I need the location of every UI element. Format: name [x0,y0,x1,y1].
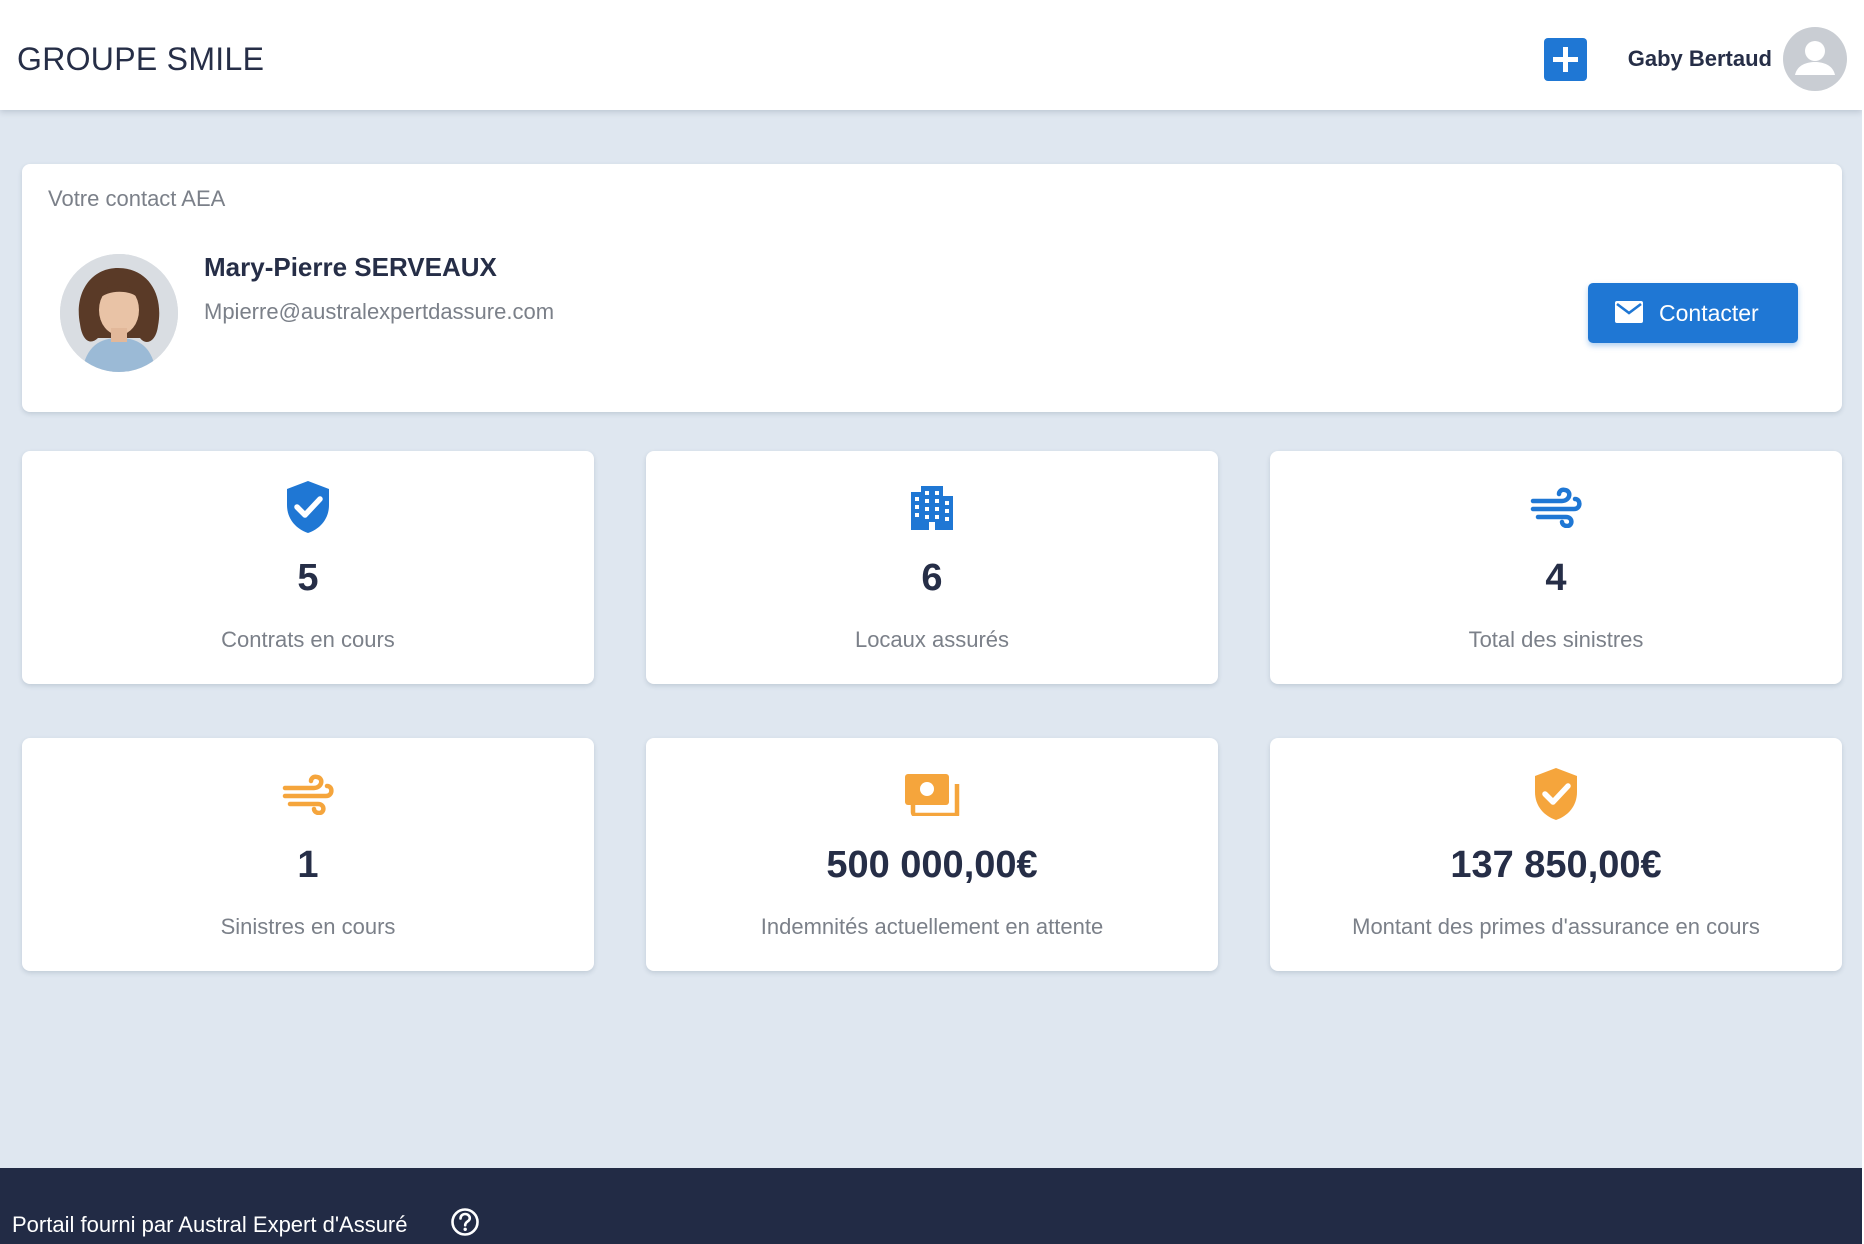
stat-value: 500 000,00€ [826,844,1038,886]
stat-label: Montant des primes d'assurance en cours [1352,914,1760,939]
stat-card-premiums: 137 850,00€ Montant des primes d'assuran… [1270,738,1842,971]
wind-icon [1530,487,1582,528]
footer-text: Portail fourni par Austral Expert d'Assu… [12,1212,408,1237]
add-button[interactable] [1544,38,1587,81]
stat-value: 137 850,00€ [1450,844,1662,886]
stat-value: 1 [297,844,319,886]
app: GROUPE SMILE Gaby Bertaud Votre contact … [0,0,1862,1244]
building-icon [911,486,953,530]
stat-value: 6 [921,557,943,599]
user-icon [1795,41,1835,75]
stat-label: Sinistres en cours [220,914,396,939]
contact-card: Votre contact AEA Mary-Pierre SERVEAUX M… [22,164,1842,412]
footer: Portail fourni par Austral Expert d'Assu… [0,1168,1862,1244]
viewport: GROUPE SMILE Gaby Bertaud Votre contact … [0,0,1864,1244]
stat-value: 4 [1545,557,1567,599]
contact-name: Mary-Pierre SERVEAUX [204,252,497,282]
contact-email[interactable]: Mpierre@australexpertdassure.com [204,299,554,325]
contact-button[interactable]: Contacter [1588,283,1798,343]
stat-card-pending-indemnities: 500 000,00€ Indemnités actuellement en a… [646,738,1218,971]
contact-portrait-image [60,254,178,372]
user-avatar[interactable] [1783,27,1847,91]
stat-label: Indemnités actuellement en attente [760,914,1104,939]
plus-icon [1553,47,1578,72]
stat-card-premises: 6 Locaux assurés [646,451,1218,684]
cash-icon [905,774,960,816]
wind-icon [282,774,334,815]
contact-heading: Votre contact AEA [48,186,226,211]
stat-card-contracts: 5 Contrats en cours [22,451,594,684]
shield-check-icon [1535,768,1577,820]
stat-value: 5 [297,557,319,599]
stat-card-total-claims: 4 Total des sinistres [1270,451,1842,684]
stat-label: Contrats en cours [221,627,395,652]
user-name[interactable]: Gaby Bertaud [1628,46,1772,72]
shield-check-icon [287,481,329,533]
contact-button-label: Contacter [1659,300,1759,326]
stat-label: Locaux assurés [854,627,1010,652]
stat-card-ongoing-claims: 1 Sinistres en cours [22,738,594,971]
stat-label: Total des sinistres [1468,627,1644,652]
top-bar: GROUPE SMILE Gaby Bertaud [0,0,1862,110]
contact-avatar [60,254,178,372]
mail-icon [1615,301,1643,323]
help-icon[interactable] [450,1207,480,1237]
company-name: GROUPE SMILE [17,41,265,77]
